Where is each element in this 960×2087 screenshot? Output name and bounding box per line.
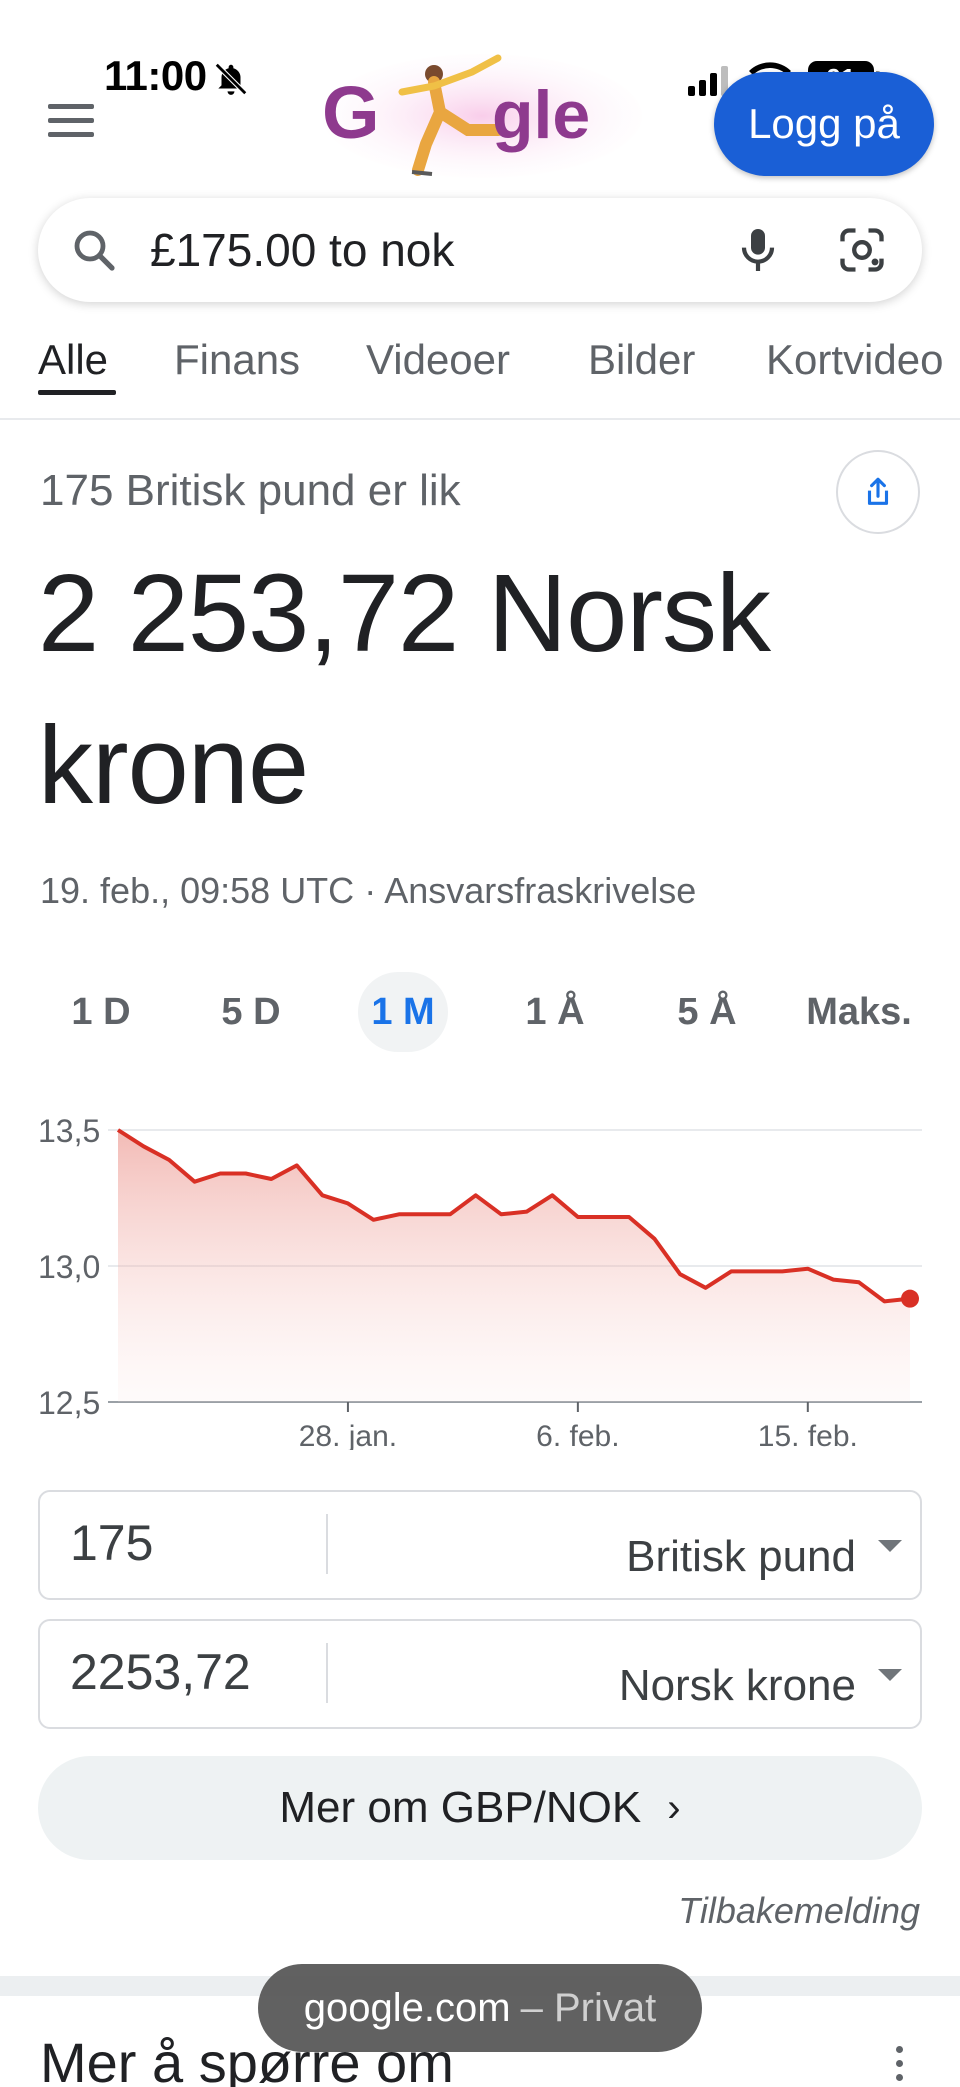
bell-slash-icon — [214, 62, 248, 96]
share-button[interactable] — [836, 450, 920, 534]
google-doodle-logo[interactable]: G gle — [322, 52, 642, 180]
browser-domain-pill[interactable]: google.com – Privat — [258, 1964, 702, 2052]
private-mode-label: – Privat — [520, 1985, 657, 2030]
from-currency-row: Britisk pund — [38, 1490, 922, 1600]
range-1d[interactable]: 1 D — [56, 972, 146, 1052]
to-amount-input[interactable] — [70, 1643, 320, 1701]
tab-kortvideo[interactable]: Kortvideo — [766, 336, 943, 384]
conversion-intro: 175 Britisk pund er lik — [40, 466, 461, 515]
svg-text:G: G — [322, 71, 380, 154]
feedback-link[interactable]: Tilbakemelding — [678, 1890, 920, 1932]
chart-y-tick-label: 13,0 — [38, 1249, 100, 1285]
status-time: 11:00 — [104, 52, 207, 99]
tab-bilder[interactable]: Bilder — [588, 336, 695, 384]
range-1y[interactable]: 1 Å — [508, 972, 602, 1052]
disclaimer-link[interactable]: Ansvarsfraskrivelse — [384, 870, 696, 911]
more-options-icon[interactable] — [896, 2046, 908, 2086]
chart-x-tick-label: 28. jan. — [299, 1420, 397, 1450]
result-timestamp: 19. feb., 09:58 UTC — [40, 870, 355, 911]
from-currency-select[interactable]: Britisk pund — [626, 1532, 856, 1582]
hamburger-menu-icon[interactable] — [48, 104, 94, 140]
domain-text: google.com — [303, 1985, 511, 2030]
tab-finans[interactable]: Finans — [174, 336, 300, 384]
tab-alle[interactable]: Alle — [38, 336, 108, 384]
result-meta: 19. feb., 09:58 UTC · Ansvarsfraskrivels… — [40, 870, 696, 912]
chart-x-tick-label: 6. feb. — [536, 1420, 619, 1450]
search-input[interactable] — [150, 218, 710, 282]
chevron-right-icon: › — [667, 1785, 681, 1830]
microphone-icon[interactable] — [730, 222, 786, 278]
google-lens-icon[interactable] — [834, 224, 890, 276]
conversion-result: 2 253,72 Norsk krone — [38, 552, 771, 827]
search-box[interactable] — [38, 198, 922, 302]
meta-separator: · — [354, 870, 385, 911]
search-tabs: Alle Finans Videoer Bilder Kortvideo — [0, 330, 960, 420]
svg-text:gle: gle — [492, 77, 590, 153]
to-currency-row: Norsk krone — [38, 1619, 922, 1729]
tab-videoer[interactable]: Videoer — [366, 336, 510, 384]
active-tab-indicator — [38, 390, 116, 395]
chart-x-tick-label: 15. feb. — [758, 1420, 858, 1450]
share-icon — [867, 477, 889, 505]
dropdown-caret-icon[interactable] — [878, 1540, 902, 1552]
search-icon — [74, 230, 115, 271]
chart-y-tick-label: 12,5 — [38, 1385, 100, 1421]
from-amount-input[interactable] — [70, 1514, 320, 1572]
exchange-rate-chart[interactable]: 13,5 13,0 12,5 28. jan. 6. feb. 15. feb. — [0, 1080, 960, 1450]
login-button[interactable]: Logg på — [714, 72, 934, 176]
chart-y-tick-label: 13,5 — [38, 1113, 100, 1149]
field-divider — [326, 1643, 328, 1703]
more-about-button[interactable]: Mer om GBP/NOK › — [38, 1756, 922, 1860]
range-5d[interactable]: 5 D — [206, 972, 296, 1052]
range-max[interactable]: Maks. — [798, 972, 920, 1052]
to-currency-select[interactable]: Norsk krone — [619, 1661, 856, 1711]
range-5y[interactable]: 5 Å — [660, 972, 754, 1052]
more-about-label: Mer om GBP/NOK — [279, 1783, 642, 1832]
field-divider — [326, 1514, 328, 1574]
dropdown-caret-icon[interactable] — [878, 1669, 902, 1681]
range-1m[interactable]: 1 M — [358, 972, 448, 1052]
chart-last-point — [901, 1289, 919, 1308]
